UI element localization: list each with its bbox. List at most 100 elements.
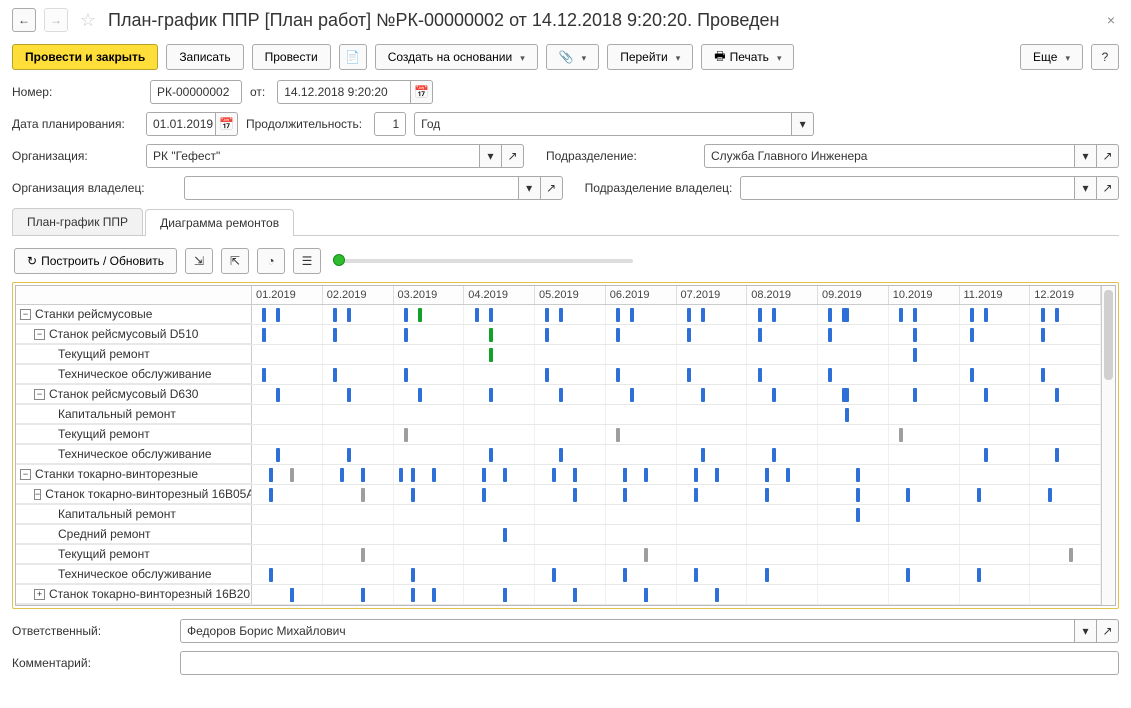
owner-org-field[interactable]	[184, 176, 519, 200]
gantt-bar[interactable]	[984, 388, 988, 402]
open-icon[interactable]: ↗	[541, 176, 563, 200]
calendar-icon[interactable]: 📅	[216, 112, 238, 136]
gantt-bar[interactable]	[489, 328, 493, 342]
gantt-bar[interactable]	[899, 308, 903, 322]
gantt-bar[interactable]	[765, 488, 769, 502]
gantt-bar[interactable]	[1055, 388, 1059, 402]
gantt-bar[interactable]	[687, 328, 691, 342]
tree-cell[interactable]: Текущий ремонт	[16, 425, 252, 444]
gantt-bar[interactable]	[701, 448, 705, 462]
tab-schedule[interactable]: План-график ППР	[12, 208, 143, 235]
duration-unit-select[interactable]: Год	[414, 112, 792, 136]
gantt-bar[interactable]	[489, 388, 493, 402]
gantt-bar[interactable]	[411, 468, 415, 482]
tree-cell[interactable]: Станки рейсмусовые	[16, 305, 252, 324]
gantt-bar[interactable]	[503, 468, 507, 482]
gantt-bar[interactable]	[630, 308, 634, 322]
help-button[interactable]: ?	[1091, 44, 1119, 70]
collapse-icon[interactable]	[20, 469, 31, 480]
gantt-bar[interactable]	[559, 388, 563, 402]
gantt-bar[interactable]	[475, 308, 479, 322]
gantt-bar[interactable]	[290, 468, 294, 482]
chart-pie-icon[interactable]: ◔	[257, 248, 285, 274]
gantt-bar[interactable]	[552, 568, 556, 582]
gantt-bar[interactable]	[361, 468, 365, 482]
dropdown-icon[interactable]: ▾	[480, 144, 502, 168]
open-icon[interactable]: ↗	[1097, 176, 1119, 200]
list-icon[interactable]: ☰	[293, 248, 321, 274]
gantt-bar[interactable]	[899, 428, 903, 442]
collapse-icon[interactable]	[34, 489, 41, 500]
gantt-bar[interactable]	[694, 468, 698, 482]
gantt-bar[interactable]	[573, 588, 577, 602]
gantt-bar[interactable]	[269, 468, 273, 482]
gantt-bar[interactable]	[758, 368, 762, 382]
gantt-bar[interactable]	[977, 488, 981, 502]
owner-dept-field[interactable]	[740, 176, 1075, 200]
gantt-bar[interactable]	[913, 328, 917, 342]
gantt-bar[interactable]	[290, 588, 294, 602]
gantt-bar[interactable]	[786, 468, 790, 482]
tree-cell[interactable]: Техническое обслуживание	[16, 565, 252, 584]
gantt-bar[interactable]	[404, 308, 408, 322]
gantt-bar[interactable]	[361, 548, 365, 562]
gantt-bar[interactable]	[913, 388, 917, 402]
gantt-bar[interactable]	[333, 368, 337, 382]
gantt-bar[interactable]	[1048, 488, 1052, 502]
plan-date-field[interactable]: 01.01.2019	[146, 112, 216, 136]
gantt-bar[interactable]	[977, 568, 981, 582]
gantt-bar[interactable]	[418, 388, 422, 402]
open-icon[interactable]: ↗	[1097, 144, 1119, 168]
gantt-bar[interactable]	[545, 368, 549, 382]
gantt-bar[interactable]	[573, 488, 577, 502]
gantt-bar[interactable]	[906, 488, 910, 502]
tree-cell[interactable]: Средний ремонт	[16, 525, 252, 544]
gantt-bar[interactable]	[758, 328, 762, 342]
gantt-bar[interactable]	[262, 328, 266, 342]
gantt-bar[interactable]	[828, 368, 832, 382]
collapse-icon[interactable]	[34, 329, 45, 340]
gantt-bar[interactable]	[489, 348, 493, 362]
close-icon[interactable]: ×	[1103, 12, 1119, 28]
number-field[interactable]: РК-00000002	[150, 80, 242, 104]
gantt-bar[interactable]	[276, 448, 280, 462]
save-button[interactable]: Записать	[166, 44, 243, 70]
tree-cell[interactable]: Станок токарно-винторезный 16В20	[16, 585, 252, 604]
print-button[interactable]: 🖶 Печать	[701, 44, 794, 70]
more-button[interactable]: Еще	[1020, 44, 1083, 70]
gantt-bar[interactable]	[623, 468, 627, 482]
collapse-icon[interactable]	[34, 389, 45, 400]
open-icon[interactable]: ↗	[502, 144, 524, 168]
dropdown-icon[interactable]: ▾	[1075, 176, 1097, 200]
attachments-button[interactable]: 📎	[546, 44, 599, 70]
gantt-bar[interactable]	[489, 448, 493, 462]
gantt-bar[interactable]	[404, 428, 408, 442]
gantt-bar[interactable]	[552, 468, 556, 482]
gantt-bar[interactable]	[347, 448, 351, 462]
gantt-bar[interactable]	[765, 468, 769, 482]
gantt-bar[interactable]	[1041, 328, 1045, 342]
tree-cell[interactable]: Техническое обслуживание	[16, 445, 252, 464]
dept-field[interactable]: Служба Главного Инженера	[704, 144, 1075, 168]
gantt-bar[interactable]	[411, 588, 415, 602]
gantt-bar[interactable]	[701, 388, 705, 402]
gantt-bar[interactable]	[842, 308, 849, 322]
dropdown-icon[interactable]: ▾	[1075, 619, 1097, 643]
gantt-bar[interactable]	[623, 488, 627, 502]
gantt-bar[interactable]	[361, 488, 365, 502]
gantt-bar[interactable]	[399, 468, 403, 482]
gantt-bar[interactable]	[559, 448, 563, 462]
gantt-bar[interactable]	[404, 328, 408, 342]
gantt-bar[interactable]	[694, 568, 698, 582]
create-from-button[interactable]: Создать на основании	[375, 44, 538, 70]
tree-cell[interactable]: Техническое обслуживание	[16, 365, 252, 384]
gantt-bar[interactable]	[616, 308, 620, 322]
gantt-bar[interactable]	[906, 568, 910, 582]
gantt-bar[interactable]	[482, 468, 486, 482]
gantt-bar[interactable]	[559, 308, 563, 322]
date-field[interactable]: 14.12.2018 9:20:20	[277, 80, 411, 104]
gantt-bar[interactable]	[758, 308, 762, 322]
gantt-bar[interactable]	[772, 388, 776, 402]
gantt-bar[interactable]	[701, 308, 705, 322]
duration-value-field[interactable]: 1	[374, 112, 406, 136]
